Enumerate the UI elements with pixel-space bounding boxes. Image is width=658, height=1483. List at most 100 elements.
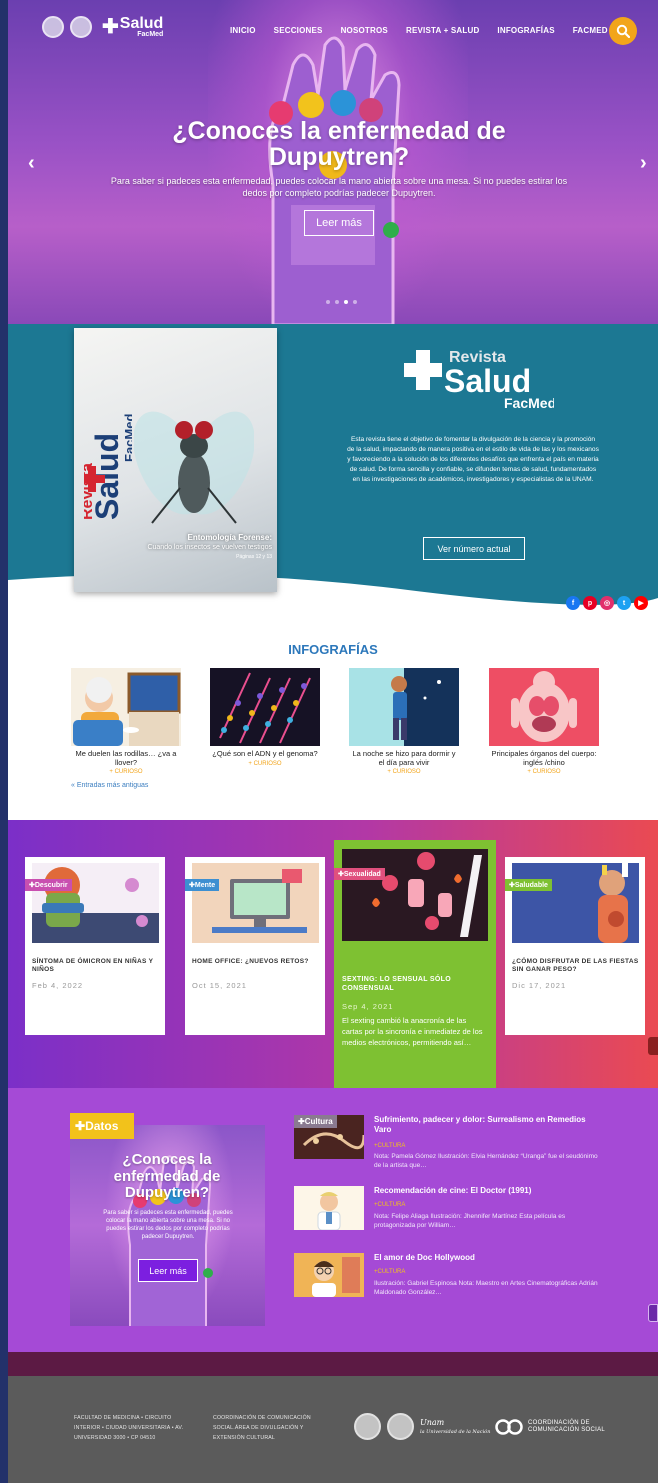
infografia-category[interactable]: + CURIOSO [349, 769, 459, 775]
cs-line2: COMUNICACIÓN SOCIAL [528, 1427, 606, 1433]
article-tag[interactable]: ✚Sexualidad [334, 868, 385, 880]
slider-dot[interactable] [335, 300, 339, 304]
list-item-category[interactable]: +CULTURA [374, 1269, 405, 1275]
brand-sub: FacMed [137, 31, 164, 38]
social-links: f p ◎ t ▶ [566, 596, 648, 610]
slider-prev-button[interactable]: ‹ [28, 152, 35, 175]
slider-dots [326, 300, 357, 304]
side-scroll-tab[interactable] [648, 1037, 658, 1055]
article-date: Feb 4, 2022 [32, 981, 84, 990]
list-item-title[interactable]: El amor de Doc Hollywood [374, 1253, 604, 1263]
list-item-image[interactable] [294, 1253, 364, 1297]
hero-read-more-button[interactable]: Leer más [304, 210, 374, 236]
facmed-logo-icon[interactable] [387, 1413, 414, 1440]
article-title[interactable]: SEXTING: LO SENSUAL SÓLO CONSENSUAL [342, 975, 488, 993]
menu-item-facmed[interactable]: FACMED [573, 26, 608, 35]
side-scroll-tab[interactable] [648, 1304, 658, 1322]
menu-item-nosotros[interactable]: NOSOTROS [341, 26, 388, 35]
twitter-icon[interactable]: t [617, 596, 631, 610]
menu-item-secciones[interactable]: SECCIONES [274, 26, 323, 35]
infografias-heading: INFOGRAFÍAS [288, 642, 378, 657]
current-issue-button[interactable]: Ver número actual [423, 537, 525, 560]
comunicacion-social-logo[interactable]: COORDINACIÓN DE COMUNICACIÓN SOCIAL [494, 1417, 605, 1437]
article-title[interactable]: ¿CÓMO DISFRUTAR DE LAS FIESTAS SIN GANAR… [512, 958, 640, 975]
cs-line1: COORDINACIÓN DE [528, 1419, 590, 1426]
logo-word-salud: Salud [444, 363, 531, 399]
page: ✚ Salud FacMed INICIO SECCIONES NOSOTROS… [8, 0, 658, 1483]
unam-logo-icon[interactable] [354, 1413, 381, 1440]
list-item-category[interactable]: +CULTURA [374, 1202, 405, 1208]
cover-title: Revista Salud FacMed [84, 414, 132, 520]
site-logo[interactable]: ✚ Salud FacMed [42, 16, 163, 38]
article-image[interactable] [192, 863, 319, 943]
main-menu: INICIO SECCIONES NOSOTROS REVISTA + SALU… [230, 26, 626, 35]
infografia-category[interactable]: + CURIOSO [71, 769, 181, 775]
article-card-featured[interactable]: ✚Sexualidad SEXTING: LO SENSUAL SÓLO CON… [334, 840, 496, 1088]
article-image[interactable] [342, 849, 488, 941]
article-title[interactable]: HOME OFFICE: ¿NUEVOS RETOS? [192, 958, 320, 966]
menu-item-infografias[interactable]: INFOGRAFÍAS [497, 26, 554, 35]
article-tag[interactable]: ✚Descubrir [25, 879, 72, 891]
unam-crest-icon [42, 16, 64, 38]
article-card[interactable]: ✚Mente HOME OFFICE: ¿NUEVOS RETOS? Oct 1… [185, 857, 325, 1035]
list-item-image[interactable] [294, 1186, 364, 1230]
infografia-card[interactable]: ¿Qué son el ADN y el genoma? + CURIOSO [210, 668, 320, 767]
slider-dot[interactable] [326, 300, 330, 304]
infografias-section: INFOGRAFÍAS Me duelen las rodillas… ¿va … [8, 620, 658, 820]
infografia-title[interactable]: ¿Qué son el ADN y el genoma? [210, 749, 320, 759]
infografia-category[interactable]: + CURIOSO [210, 761, 320, 767]
slider-next-button[interactable]: › [640, 152, 647, 175]
search-button[interactable] [609, 17, 637, 45]
article-image[interactable] [32, 863, 159, 943]
article-tag-label: Sexualidad [343, 871, 381, 878]
unam-script-tagline: la Universidad de la Nación [420, 1428, 491, 1435]
list-item-title[interactable]: Recomendación de cine: El Doctor (1991) [374, 1186, 604, 1196]
cover-headline: Entomología Forense: [187, 533, 272, 542]
article-tag[interactable]: ✚Saludable [505, 879, 552, 891]
slider-dot-active[interactable] [344, 300, 348, 304]
article-image[interactable] [512, 863, 639, 943]
datos-read-more-button[interactable]: Leer más [138, 1259, 198, 1282]
article-date: Dic 17, 2021 [512, 981, 567, 990]
infografia-card[interactable]: Principales órganos del cuerpo: inglés /… [489, 668, 599, 775]
menu-item-inicio[interactable]: INICIO [230, 26, 256, 35]
article-date: Oct 15, 2021 [192, 981, 247, 990]
infografia-image[interactable] [210, 668, 320, 746]
article-date: Sep 4, 2021 [342, 1002, 394, 1011]
article-card[interactable]: ✚Saludable ¿CÓMO DISFRUTAR DE LAS FIESTA… [505, 857, 645, 1035]
unam-script-logo[interactable]: Unam la Universidad de la Nación [420, 1417, 491, 1435]
article-title[interactable]: SÍNTOMA DE ÓMICRON EN NIÑAS Y NIÑOS [32, 958, 160, 975]
article-tag[interactable]: ✚Mente [185, 879, 220, 891]
infografia-category[interactable]: + CURIOSO [489, 769, 599, 775]
infografia-card[interactable]: La noche se hizo para dormir y el día pa… [349, 668, 459, 775]
infografia-title[interactable]: Principales órganos del cuerpo: inglés /… [489, 749, 599, 767]
magazine-cover[interactable]: Revista Salud FacMed Entomología Forense… [74, 328, 277, 592]
footer-address: FACULTAD DE MEDICINA • CIRCUITO INTERIOR… [74, 1415, 184, 1441]
infografia-title[interactable]: Me duelen las rodillas… ¿va a llover? [71, 749, 181, 767]
datos-tag[interactable]: ✚ Datos [70, 1113, 134, 1139]
cover-pages: Páginas 12 y 13 [236, 554, 272, 560]
list-item-image[interactable]: ✚Cultura [294, 1115, 364, 1159]
pinterest-icon[interactable]: p [583, 596, 597, 610]
infografia-image[interactable] [71, 668, 181, 746]
slider-dot[interactable] [353, 300, 357, 304]
youtube-icon[interactable]: ▶ [634, 596, 648, 610]
infografia-image[interactable] [349, 668, 459, 746]
list-item-category[interactable]: +CULTURA [374, 1143, 405, 1149]
fly-illustration [134, 411, 254, 524]
unam-script-text: Unam [420, 1417, 445, 1427]
datos-title[interactable]: ¿Conoces la enfermedad de Dupuytren? [94, 1151, 240, 1202]
footer-band [8, 1352, 658, 1376]
menu-item-revista[interactable]: REVISTA + SALUD [406, 26, 479, 35]
infografia-image[interactable] [489, 668, 599, 746]
article-card[interactable]: ✚Descubrir SÍNTOMA DE ÓMICRON EN NIÑAS Y… [25, 857, 165, 1035]
instagram-icon[interactable]: ◎ [600, 596, 614, 610]
infografia-card[interactable]: Me duelen las rodillas… ¿va a llover? + … [71, 668, 181, 775]
older-entries-link[interactable]: « Entradas más antiguas [71, 782, 148, 789]
list-item-title[interactable]: Sufrimiento, padecer y dolor: Surrealism… [374, 1115, 604, 1134]
facebook-icon[interactable]: f [566, 596, 580, 610]
featured-articles: ✚Descubrir SÍNTOMA DE ÓMICRON EN NIÑAS Y… [8, 820, 658, 1088]
list-item-tag[interactable]: ✚Cultura [294, 1115, 337, 1128]
infografia-title[interactable]: La noche se hizo para dormir y el día pa… [349, 749, 459, 767]
article-tag-label: Descubrir [34, 882, 68, 889]
